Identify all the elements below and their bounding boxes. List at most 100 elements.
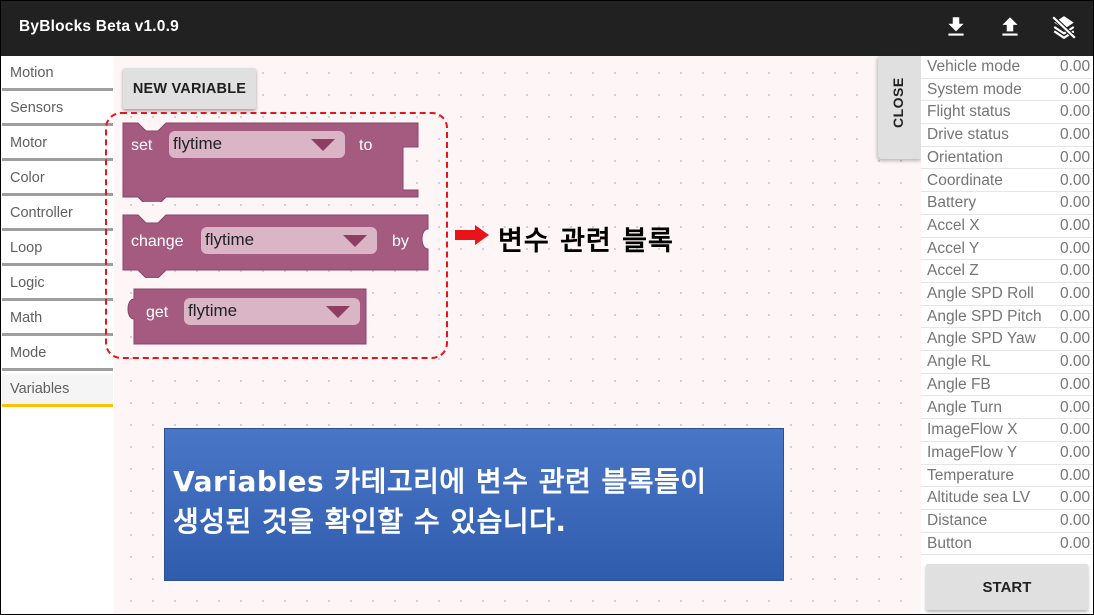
change-variable-dropdown[interactable]: flytime xyxy=(201,227,377,254)
status-row: System mode 0.00 xyxy=(921,79,1094,102)
category-sensors[interactable]: Sensors xyxy=(2,93,113,126)
status-row: ImageFlow Y 0.00 xyxy=(921,442,1094,465)
app-header: ByBlocks Beta v1.0.9 xyxy=(0,0,1094,56)
status-label: System mode xyxy=(927,80,1022,98)
status-label: Flight status xyxy=(927,103,1011,121)
get-variable-dropdown[interactable]: flytime xyxy=(184,298,360,325)
status-value: 0.00 xyxy=(1060,375,1091,393)
status-label: Vehicle mode xyxy=(927,58,1021,75)
set-to-label: to xyxy=(359,137,373,154)
status-value: 0.00 xyxy=(1060,103,1091,121)
change-keyword: change xyxy=(131,233,184,250)
status-value: 0.00 xyxy=(1060,262,1091,280)
status-row: Angle RL 0.00 xyxy=(921,351,1094,374)
new-variable-button[interactable]: NEW VARIABLE xyxy=(123,68,256,109)
status-row: Altitude sea LV 0.00 xyxy=(921,487,1094,510)
status-label: Battery xyxy=(927,194,977,212)
category-motor[interactable]: Motor xyxy=(2,128,113,161)
status-row: Orientation 0.00 xyxy=(921,147,1094,170)
status-value: 0.00 xyxy=(1060,216,1091,234)
status-row: Accel Y 0.00 xyxy=(921,238,1094,261)
status-value: 0.00 xyxy=(1060,534,1091,552)
status-label: Accel Y xyxy=(927,239,980,257)
status-value: 0.00 xyxy=(1060,285,1091,302)
category-variables[interactable]: Variables xyxy=(2,374,113,407)
status-value: 0.00 xyxy=(1060,330,1091,348)
set-variable-dropdown[interactable]: flytime xyxy=(169,131,345,158)
status-value: 0.00 xyxy=(1060,307,1091,325)
status-label: Drive status xyxy=(927,126,1009,144)
status-label: Button xyxy=(927,534,972,552)
status-row: Angle SPD Yaw 0.00 xyxy=(921,328,1094,352)
status-row: Angle SPD Pitch 0.00 xyxy=(921,306,1094,329)
info-callout: Variables 카테고리에 변수 관련 블록들이 생성된 것을 확인할 수 … xyxy=(164,428,784,581)
status-label: Coordinate xyxy=(927,171,1003,189)
category-mode[interactable]: Mode xyxy=(2,338,113,371)
category-math[interactable]: Math xyxy=(2,303,113,336)
status-row: Drive status 0.00 xyxy=(921,124,1094,147)
status-value: 0.00 xyxy=(1060,512,1091,529)
status-label: Angle SPD Roll xyxy=(927,285,1034,302)
annotation-label: 변수 관련 블록 xyxy=(498,226,674,257)
set-variable-name: flytime xyxy=(173,134,223,153)
app-title: ByBlocks Beta v1.0.9 xyxy=(19,18,179,35)
status-value: 0.00 xyxy=(1060,421,1091,439)
get-keyword: get xyxy=(146,304,169,321)
status-row: Temperature 0.00 xyxy=(921,465,1094,488)
category-logic[interactable]: Logic xyxy=(2,268,113,301)
status-label: Angle SPD Pitch xyxy=(927,307,1042,325)
status-value: 0.00 xyxy=(1060,398,1091,416)
status-row: Angle SPD Roll 0.00 xyxy=(921,283,1094,306)
info-line-2: 생성된 것을 확인할 수 있습니다. xyxy=(173,505,567,538)
status-row: Coordinate 0.00 xyxy=(921,170,1094,193)
category-controller[interactable]: Controller xyxy=(2,198,113,231)
close-label: CLOSE xyxy=(890,77,906,128)
status-value: 0.00 xyxy=(1060,148,1091,166)
status-label: Accel X xyxy=(927,216,980,234)
close-panel-tab[interactable]: CLOSE xyxy=(878,56,922,159)
get-variable-name: flytime xyxy=(188,301,238,320)
red-arrow-icon xyxy=(455,225,489,245)
info-text: Variables 카테고리에 변수 관련 블록들이 생성된 것을 확인할 수 … xyxy=(173,462,783,542)
status-value: 0.00 xyxy=(1060,194,1091,212)
status-label: Angle Turn xyxy=(927,398,1002,416)
download-icon[interactable] xyxy=(943,14,969,40)
status-label: Angle FB xyxy=(927,375,991,393)
upload-icon[interactable] xyxy=(997,14,1023,40)
status-label: ImageFlow Y xyxy=(927,443,1018,461)
dropdown-arrow-icon xyxy=(311,139,335,151)
status-value: 0.00 xyxy=(1060,80,1091,98)
category-motion[interactable]: Motion xyxy=(2,58,113,91)
status-value: 0.00 xyxy=(1060,489,1091,507)
status-label: Orientation xyxy=(927,148,1003,166)
status-row: Distance 0.00 xyxy=(921,510,1094,533)
status-row: Vehicle mode 0.00 xyxy=(921,56,1094,79)
status-label: Angle SPD Yaw xyxy=(927,330,1036,348)
status-label: ImageFlow X xyxy=(927,421,1018,439)
status-label: Accel Z xyxy=(927,262,979,280)
status-value: 0.00 xyxy=(1060,466,1091,484)
status-value: 0.00 xyxy=(1060,443,1091,461)
status-label: Angle RL xyxy=(927,353,991,371)
status-value: 0.00 xyxy=(1060,58,1091,75)
status-row: Button 0.00 xyxy=(921,533,1094,556)
category-loop[interactable]: Loop xyxy=(2,233,113,266)
layers-off-icon[interactable] xyxy=(1051,14,1077,40)
status-value: 0.00 xyxy=(1060,239,1091,257)
status-row: Accel X 0.00 xyxy=(921,215,1094,238)
start-button[interactable]: START xyxy=(926,564,1088,610)
status-value: 0.00 xyxy=(1060,353,1091,371)
status-row: Flight status 0.00 xyxy=(921,101,1094,125)
status-row: ImageFlow X 0.00 xyxy=(921,419,1094,442)
status-row: Battery 0.00 xyxy=(921,192,1094,215)
status-row: Angle Turn 0.00 xyxy=(921,397,1094,420)
category-color[interactable]: Color xyxy=(2,163,113,196)
status-row: Angle FB 0.00 xyxy=(921,374,1094,397)
status-value: 0.00 xyxy=(1060,126,1091,144)
status-label: Temperature xyxy=(927,466,1015,484)
change-by-label: by xyxy=(392,233,409,250)
set-keyword: set xyxy=(131,137,153,154)
dropdown-arrow-icon xyxy=(343,235,367,247)
status-label: Distance xyxy=(927,512,988,529)
status-value: 0.00 xyxy=(1060,171,1091,189)
